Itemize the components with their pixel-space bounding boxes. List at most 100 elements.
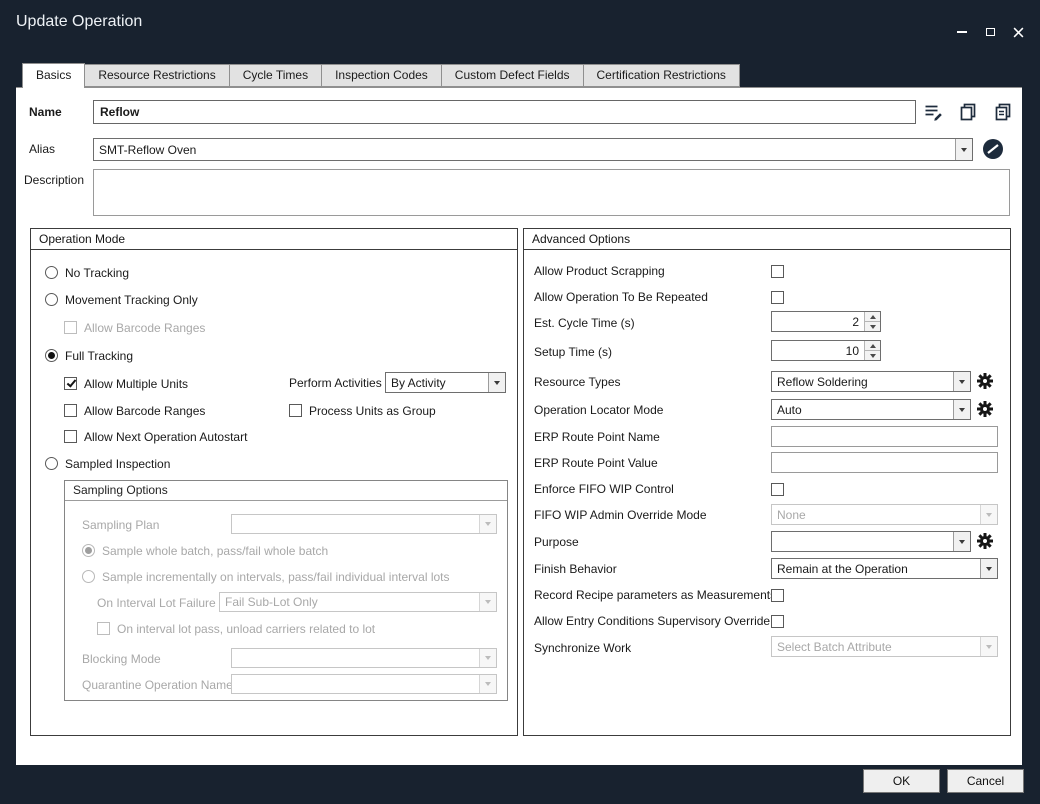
- sampling-options-group: Sampling Options Sampling Plan Sample wh…: [64, 480, 508, 701]
- operation-locator-mode-label: Operation Locator Mode: [534, 402, 663, 418]
- spin-up-button[interactable]: [865, 341, 880, 351]
- operation-mode-group: Operation Mode No Tracking Movement Trac…: [30, 228, 518, 736]
- maximize-icon: [986, 28, 995, 36]
- dropdown-button[interactable]: [953, 532, 970, 551]
- purpose-settings-button[interactable]: [977, 533, 993, 549]
- titlebar: Update Operation: [0, 0, 1040, 48]
- perform-activities-value: By Activity: [386, 373, 488, 392]
- purpose-value: [772, 532, 953, 551]
- erp-route-point-name-input[interactable]: [771, 426, 998, 447]
- resource-types-value: Reflow Soldering: [772, 372, 953, 391]
- operation-locator-settings-button[interactable]: [977, 401, 993, 417]
- checkbox-icon: [771, 483, 784, 496]
- allow-product-scrapping-label: Allow Product Scrapping: [534, 263, 665, 279]
- dropdown-button: [479, 649, 496, 667]
- name-input[interactable]: [93, 100, 916, 124]
- erp-route-point-value-input[interactable]: [771, 452, 998, 473]
- finish-behavior-combobox[interactable]: Remain at the Operation: [771, 558, 998, 579]
- chevron-up-icon: [870, 315, 876, 319]
- close-button[interactable]: [1010, 24, 1026, 40]
- dropdown-button: [479, 593, 496, 611]
- copy-button[interactable]: [957, 101, 979, 123]
- ok-button[interactable]: OK: [863, 769, 940, 793]
- operation-locator-mode-value: Auto: [772, 400, 953, 419]
- tab-bar: Basics Resource Restrictions Cycle Times…: [22, 63, 739, 87]
- checkbox-enforce-fifo-wip-control[interactable]: [771, 481, 784, 498]
- checkbox-process-units-as-group[interactable]: Process Units as Group: [289, 402, 436, 419]
- setup-time-value: 10: [772, 341, 864, 360]
- purpose-combobox[interactable]: [771, 531, 971, 552]
- synchronize-work-label: Synchronize Work: [534, 640, 631, 656]
- tab-basics[interactable]: Basics: [22, 63, 85, 88]
- chevron-down-icon: [870, 354, 876, 358]
- resource-types-settings-button[interactable]: [977, 373, 993, 389]
- cancel-button[interactable]: Cancel: [947, 769, 1024, 793]
- checkbox-icon: [771, 265, 784, 278]
- radio-icon: [45, 293, 58, 306]
- resource-types-combobox[interactable]: Reflow Soldering: [771, 371, 971, 392]
- checkbox-allow-product-scrapping[interactable]: [771, 263, 784, 280]
- advanced-options-title: Advanced Options: [524, 229, 1010, 250]
- alias-dropdown-button[interactable]: [955, 139, 972, 160]
- spin-up-button[interactable]: [865, 312, 880, 322]
- checkbox-icon: [64, 404, 77, 417]
- checkbox-allow-multiple-units[interactable]: Allow Multiple Units: [64, 375, 188, 392]
- maximize-button[interactable]: [982, 24, 998, 40]
- chevron-down-icon: [485, 522, 491, 526]
- erp-route-point-name-label: ERP Route Point Name: [534, 429, 660, 445]
- copy-all-button[interactable]: [992, 101, 1014, 123]
- description-textarea[interactable]: [93, 169, 1010, 216]
- chevron-down-icon: [494, 381, 500, 385]
- spin-down-button[interactable]: [865, 351, 880, 360]
- erp-route-point-value-label: ERP Route Point Value: [534, 455, 658, 471]
- tab-inspection-codes[interactable]: Inspection Codes: [321, 64, 442, 87]
- chevron-down-icon: [485, 656, 491, 660]
- spin-down-button[interactable]: [865, 322, 880, 331]
- radio-full-tracking[interactable]: Full Tracking: [45, 347, 133, 364]
- quarantine-operation-name-combobox: [231, 674, 497, 694]
- advanced-options-group: Advanced Options Allow Product Scrapping…: [523, 228, 1011, 736]
- alias-combobox[interactable]: SMT-Reflow Oven: [93, 138, 973, 161]
- dropdown-button[interactable]: [488, 373, 505, 392]
- dropdown-button[interactable]: [953, 372, 970, 391]
- minimize-button[interactable]: [954, 24, 970, 40]
- radio-label: Sample whole batch, pass/fail whole batc…: [102, 544, 328, 558]
- radio-movement-tracking-only[interactable]: Movement Tracking Only: [45, 291, 198, 308]
- sampling-plan-label: Sampling Plan: [82, 517, 159, 533]
- operation-locator-mode-combobox[interactable]: Auto: [771, 399, 971, 420]
- checkbox-label: Process Units as Group: [309, 404, 436, 418]
- purpose-label: Purpose: [534, 534, 579, 550]
- copy-icon: [958, 102, 978, 122]
- blocking-mode-value: [232, 649, 479, 667]
- checkbox-allow-operation-repeated[interactable]: [771, 289, 784, 306]
- est-cycle-time-label: Est. Cycle Time (s): [534, 315, 635, 331]
- checkbox-allow-entry-conditions-override[interactable]: [771, 613, 784, 630]
- checkbox-allow-next-operation-autostart[interactable]: Allow Next Operation Autostart: [64, 428, 247, 445]
- checkbox-label: On interval lot pass, unload carriers re…: [117, 622, 375, 636]
- tab-resource-restrictions[interactable]: Resource Restrictions: [84, 64, 229, 87]
- fifo-wip-admin-override-label: FIFO WIP Admin Override Mode: [534, 507, 707, 523]
- checkbox-record-recipe-parameters[interactable]: [771, 587, 784, 604]
- checkbox-allow-barcode-ranges[interactable]: Allow Barcode Ranges: [64, 402, 205, 419]
- alias-value: SMT-Reflow Oven: [94, 139, 955, 160]
- radio-no-tracking[interactable]: No Tracking: [45, 264, 129, 281]
- radio-sampled-inspection[interactable]: Sampled Inspection: [45, 455, 170, 472]
- spinner-buttons: [864, 341, 880, 360]
- dropdown-button[interactable]: [980, 559, 997, 578]
- setup-time-spinner[interactable]: 10: [771, 340, 881, 361]
- chevron-down-icon: [870, 325, 876, 329]
- est-cycle-time-spinner[interactable]: 2: [771, 311, 881, 332]
- enforce-fifo-wip-control-label: Enforce FIFO WIP Control: [534, 481, 674, 497]
- checkbox-label: Allow Barcode Ranges: [84, 321, 205, 335]
- tab-certification-restrictions[interactable]: Certification Restrictions: [583, 64, 740, 87]
- clear-alias-button[interactable]: [982, 138, 1004, 160]
- checkbox-label: Allow Multiple Units: [84, 377, 188, 391]
- tab-custom-defect-fields[interactable]: Custom Defect Fields: [441, 64, 584, 87]
- perform-activities-combobox[interactable]: By Activity: [385, 372, 506, 393]
- setup-time-label: Setup Time (s): [534, 344, 612, 360]
- quarantine-operation-name-value: [232, 675, 479, 693]
- edit-form-button[interactable]: [922, 101, 944, 123]
- alias-label: Alias: [29, 141, 55, 157]
- dropdown-button[interactable]: [953, 400, 970, 419]
- tab-cycle-times[interactable]: Cycle Times: [229, 64, 322, 87]
